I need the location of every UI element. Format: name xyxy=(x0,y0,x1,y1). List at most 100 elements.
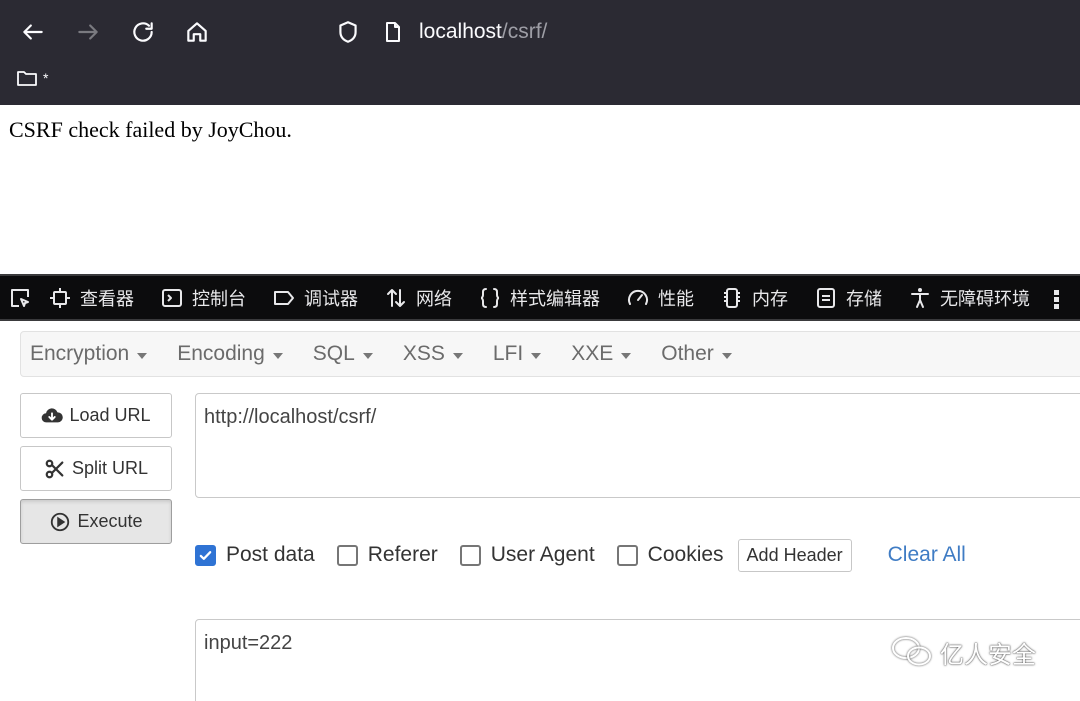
checkbox-box[interactable] xyxy=(459,544,481,566)
menu-label: Other xyxy=(661,342,714,365)
style-editor-icon xyxy=(480,287,500,308)
post-data-checkbox[interactable]: Post data xyxy=(195,543,315,567)
menu-sql[interactable]: SQL xyxy=(313,342,373,366)
split-url-label: Split URL xyxy=(71,458,149,478)
add-header-button[interactable]: Add Header xyxy=(737,538,852,572)
tab-label: 样式编辑器 xyxy=(510,288,600,309)
debugger-icon xyxy=(274,290,294,305)
shield-icon xyxy=(339,21,357,43)
load-url-label: Load URL xyxy=(69,405,151,425)
checkbox-box[interactable] xyxy=(336,544,358,566)
network-icon xyxy=(387,288,405,307)
execute-button[interactable]: Execute xyxy=(20,499,172,544)
tab-memory[interactable]: 内存 xyxy=(720,276,788,319)
forward-button[interactable] xyxy=(70,14,106,50)
tab-label: 存储 xyxy=(846,288,882,309)
back-button[interactable] xyxy=(15,14,51,50)
url-bar[interactable]: localhost/csrf/ xyxy=(335,10,547,54)
menu-xss[interactable]: XSS xyxy=(403,342,463,366)
page-icon xyxy=(386,22,400,42)
menu-other[interactable]: Other xyxy=(661,342,732,366)
caret-down-icon xyxy=(721,352,732,359)
reload-icon xyxy=(133,22,153,42)
grid-icon xyxy=(1054,289,1059,309)
memory-icon xyxy=(724,287,740,308)
user-agent-checkbox[interactable]: User Agent xyxy=(459,543,595,567)
tab-label: 网络 xyxy=(416,288,452,309)
caret-down-icon xyxy=(621,352,632,359)
bookmark-folder[interactable]: * xyxy=(14,66,48,90)
reload-button[interactable] xyxy=(125,14,161,50)
devtools-toolbar: 查看器 控制台 调试器 网络 样式编辑器 性能 内存 存储 无障碍环境 xyxy=(0,274,1080,321)
request-options: Post data Referer User Agent Cookies Add… xyxy=(195,537,966,573)
checkbox-box[interactable] xyxy=(616,544,638,566)
home-button[interactable] xyxy=(179,14,215,50)
watermark: 亿人安全 xyxy=(890,634,1036,670)
caret-down-icon xyxy=(137,352,148,359)
hackbar-menu: Encryption Encoding SQL XSS LFI XXE Othe… xyxy=(20,331,1080,377)
browser-chrome: localhost/csrf/ * xyxy=(0,0,1080,105)
back-arrow-icon xyxy=(23,24,43,40)
caret-down-icon xyxy=(272,352,283,359)
option-label: User Agent xyxy=(490,543,595,566)
tab-accessibility[interactable]: 无障碍环境 xyxy=(908,276,1030,319)
tab-label: 内存 xyxy=(752,288,788,309)
forward-arrow-icon xyxy=(78,24,98,40)
url-input[interactable] xyxy=(195,393,1080,498)
referer-checkbox[interactable]: Referer xyxy=(336,543,438,567)
tab-performance[interactable]: 性能 xyxy=(626,276,694,319)
split-url-button[interactable]: Split URL xyxy=(20,446,172,491)
cookies-checkbox[interactable]: Cookies xyxy=(616,543,724,567)
tab-label: 无障碍环境 xyxy=(940,288,1030,309)
page-message: CSRF check failed by JoyChou. xyxy=(9,117,292,142)
option-label: Cookies xyxy=(647,543,724,566)
menu-label: XXE xyxy=(571,342,614,365)
scissors-icon xyxy=(45,459,64,478)
menu-encoding[interactable]: Encoding xyxy=(177,342,283,366)
accessibility-icon xyxy=(911,287,929,308)
folder-icon xyxy=(17,71,37,86)
performance-icon xyxy=(628,289,648,305)
storage-icon xyxy=(817,287,835,308)
tab-inspector[interactable]: 查看器 xyxy=(48,276,134,319)
tab-label: 调试器 xyxy=(304,288,358,309)
cloud-download-icon xyxy=(42,407,64,422)
check-icon xyxy=(199,550,212,560)
caret-down-icon xyxy=(531,352,542,359)
tab-label: 性能 xyxy=(658,288,694,309)
element-picker-icon xyxy=(11,288,29,307)
load-url-button[interactable]: Load URL xyxy=(20,393,172,438)
wechat-icon xyxy=(892,637,931,666)
tab-debugger[interactable]: 调试器 xyxy=(272,276,358,319)
tab-style-editor[interactable]: 样式编辑器 xyxy=(478,276,600,319)
caret-down-icon xyxy=(362,352,373,359)
play-circle-icon xyxy=(51,512,70,531)
menu-label: Encryption xyxy=(30,342,130,365)
watermark-text: 亿人安全 xyxy=(940,641,1036,669)
tab-label: 查看器 xyxy=(80,288,134,309)
execute-label: Execute xyxy=(77,511,143,531)
element-picker-button[interactable] xyxy=(8,276,32,319)
tab-storage[interactable]: 存储 xyxy=(814,276,882,319)
bookmark-label: * xyxy=(43,70,49,86)
more-tabs-button[interactable] xyxy=(1050,276,1080,319)
menu-label: XSS xyxy=(402,342,445,365)
menu-encryption[interactable]: Encryption xyxy=(30,342,148,366)
tab-console[interactable]: 控制台 xyxy=(160,276,246,319)
url-path: /csrf/ xyxy=(501,20,548,43)
inspector-icon xyxy=(50,287,70,308)
menu-xxe[interactable]: XXE xyxy=(571,342,632,366)
option-label: Post data xyxy=(226,543,315,566)
console-icon xyxy=(162,288,182,307)
menu-label: SQL xyxy=(312,342,355,365)
home-icon xyxy=(187,22,207,42)
checkbox-box[interactable] xyxy=(195,544,216,566)
clear-all-link[interactable]: Clear All xyxy=(888,543,966,567)
url-host: localhost xyxy=(419,20,502,43)
tab-network[interactable]: 网络 xyxy=(384,276,452,319)
option-label: Referer xyxy=(367,543,438,566)
tab-label: 控制台 xyxy=(192,288,246,309)
menu-lfi[interactable]: LFI xyxy=(493,342,542,366)
caret-down-icon xyxy=(452,352,463,359)
menu-label: Encoding xyxy=(177,342,265,365)
